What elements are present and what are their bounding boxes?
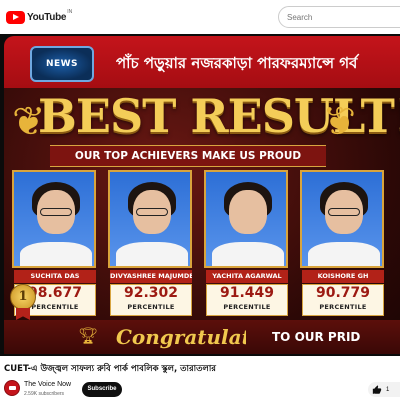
youtube-logo[interactable]: YouTube IN — [6, 9, 73, 24]
score-box: 90.779 PERCENTILE — [302, 284, 384, 316]
student-card: KOISHORE GH 90.779 PERCENTILE — [300, 170, 384, 318]
news-headline-strip: NEWS পাঁচ পড়ুয়ার নজরকাড়া পারফরম্যান্স… — [4, 36, 400, 88]
score-box: 91.449 PERCENTILE — [206, 284, 288, 316]
subscriber-count: 2.59K subscribers — [24, 391, 65, 397]
video-player[interactable]: NEWS পাঁচ পড়ুয়ার নজরকাড়া পারফরম্যান্স… — [0, 34, 400, 356]
student-cards: SUCHITA DAS 98.677 PERCENTILE DIVYASHREE… — [12, 170, 400, 318]
score-unit: PERCENTILE — [223, 303, 271, 311]
thumbs-up-icon — [372, 384, 382, 394]
video-frame: NEWS পাঁচ পড়ুয়ার নজরকাড়া পারফরম্যান্স… — [4, 36, 400, 354]
news-headline: পাঁচ পড়ুয়ার নজরকাড়া পারফরম্যান্সে গর্… — [116, 54, 358, 72]
score-unit: PERCENTILE — [127, 303, 175, 311]
laurel-wreath-icon: ❦ — [12, 99, 46, 145]
subscribe-button[interactable]: Subscribe — [82, 382, 122, 397]
like-button[interactable]: 1 — [368, 382, 400, 397]
student-name: YACHITA AGARWAL — [206, 270, 288, 283]
student-name: SUCHITA DAS — [14, 270, 96, 283]
congratulations-band: 🏆︎ Congratulations TO OUR PRID — [4, 320, 400, 354]
channel-name[interactable]: The Voice Now — [24, 380, 71, 390]
banner-title: BEST RESULT! — [38, 89, 400, 143]
student-photo — [108, 170, 192, 268]
student-name: KOISHORE GH — [302, 270, 384, 283]
student-score: 92.302 — [123, 285, 179, 301]
student-photo — [300, 170, 384, 268]
like-count: 1 — [386, 386, 390, 393]
laurel-wreath-icon: ❦ — [322, 99, 356, 145]
youtube-play-icon — [6, 10, 25, 24]
student-score: 90.779 — [315, 285, 371, 301]
congratulations-suffix: TO OUR PRID — [272, 330, 361, 344]
trophy-icon: 🏆︎ — [77, 326, 99, 345]
country-code: IN — [67, 9, 73, 15]
student-card: YACHITA AGARWAL 91.449 PERCENTILE — [204, 170, 288, 318]
result-promo-banner: ❦ BEST RESULT! ❦ OUR TOP ACHIEVERS MAKE … — [4, 88, 400, 354]
youtube-wordmark: YouTube — [27, 11, 67, 23]
student-photo — [204, 170, 288, 268]
score-box: 92.302 PERCENTILE — [110, 284, 192, 316]
rank-ribbon — [16, 308, 30, 320]
rank-medal-icon: 1 — [10, 284, 36, 310]
student-photo — [12, 170, 96, 268]
score-unit: PERCENTILE — [319, 303, 367, 311]
search-input[interactable] — [278, 6, 400, 28]
video-title: CUET-এ উজ্জ্বল সাফল্য রুবি পার্ক পাবলিক … — [4, 364, 216, 374]
youtube-watch-page: YouTube IN NEWS পাঁচ পড়ুয়ার নজরকাড়া প… — [0, 0, 400, 400]
student-score: 91.449 — [219, 285, 275, 301]
news-channel-logo: NEWS — [30, 46, 94, 82]
student-name: DIVYASHREE MAJUMDER — [110, 270, 192, 283]
channel-avatar[interactable] — [4, 380, 20, 396]
banner-tagline: OUR TOP ACHIEVERS MAKE US PROUD — [50, 145, 326, 167]
student-card: DIVYASHREE MAJUMDER 92.302 PERCENTILE — [108, 170, 192, 318]
top-bar: YouTube IN — [0, 0, 400, 34]
congratulations-text: Congratulations — [116, 325, 246, 349]
